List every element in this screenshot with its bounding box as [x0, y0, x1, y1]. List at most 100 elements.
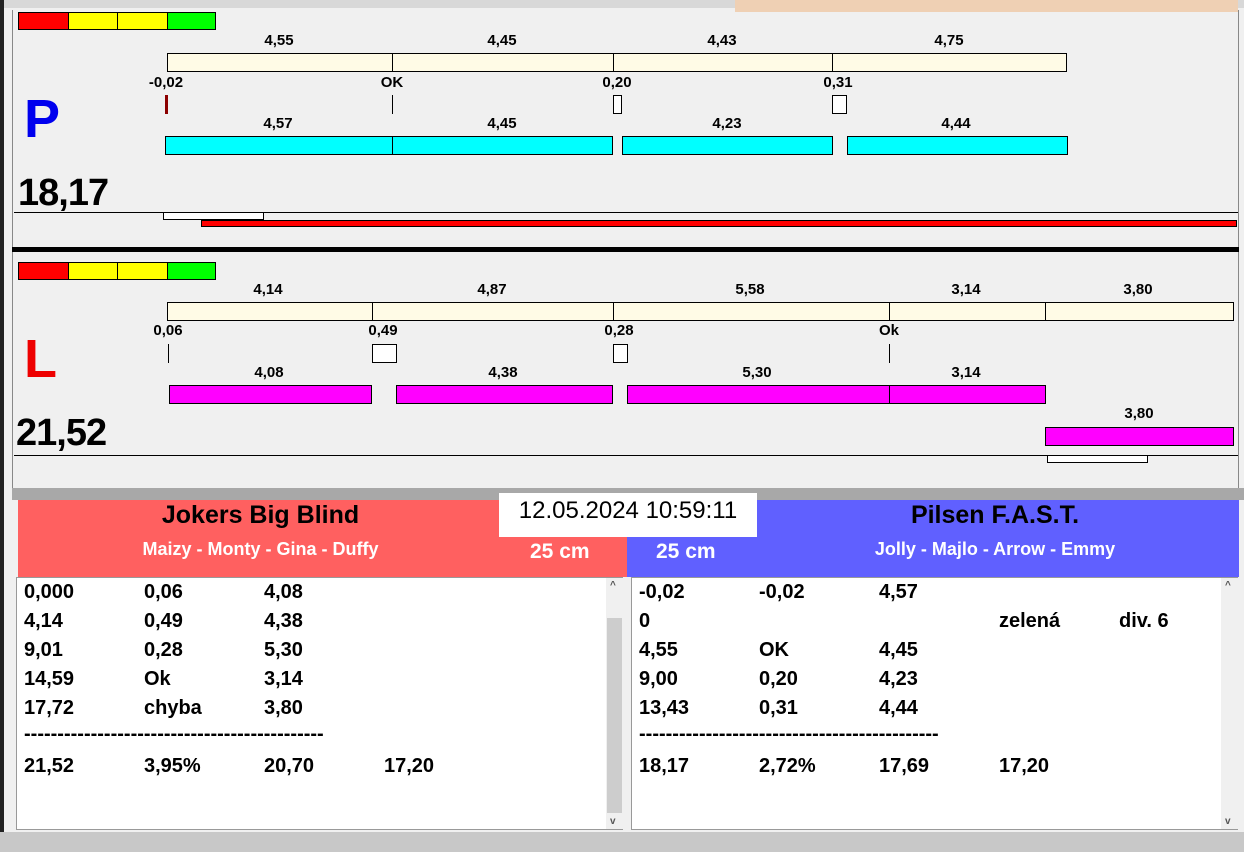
marker	[372, 344, 397, 363]
run-segment	[622, 136, 833, 155]
list-cell: 4,08	[264, 581, 303, 603]
list-cell: Ok	[144, 668, 171, 690]
list-cell: ----------------------------------------…	[24, 723, 324, 745]
reference-segment	[167, 53, 393, 72]
scroll-down-icon[interactable]: v	[1225, 816, 1231, 827]
scroll-thumb[interactable]	[607, 618, 622, 813]
bar-label: 4,57	[263, 115, 293, 132]
date-time: 12.05.2024 10:59:11	[499, 493, 757, 537]
bar-label: 4,38	[488, 364, 518, 381]
list-cell: 4,44	[879, 697, 918, 719]
marker	[832, 95, 847, 114]
run-segment	[396, 385, 613, 404]
lane-letter-l: L	[24, 329, 57, 389]
total-l: 21,52	[16, 412, 107, 454]
left-results-list[interactable]	[16, 577, 623, 830]
right-scrollbar[interactable]: ^ v	[1221, 578, 1238, 829]
left-team-members: Maizy - Monty - Gina - Duffy	[142, 539, 379, 559]
list-cell: 17,69	[879, 755, 930, 777]
reference-segment	[1045, 302, 1234, 321]
list-cell: 0,49	[144, 610, 183, 632]
scroll-down-icon[interactable]: v	[610, 816, 616, 827]
list-cell: 2,72%	[759, 755, 816, 777]
mid-label: Ok	[878, 322, 900, 339]
list-cell: 17,20	[384, 755, 435, 777]
right-team-members: Jolly - Majlo - Arrow - Emmy	[874, 539, 1116, 559]
list-cell: 0,20	[759, 668, 798, 690]
reference-segment	[613, 302, 890, 321]
list-cell: -0,02	[639, 581, 685, 603]
top-label: 4,45	[487, 32, 517, 49]
run-segment	[392, 136, 613, 155]
top-label: 5,58	[735, 281, 765, 298]
list-cell: 4,57	[879, 581, 918, 603]
status-cell	[167, 12, 216, 30]
run-segment	[165, 136, 393, 155]
top-label: 3,14	[951, 281, 981, 298]
left-scrollbar[interactable]: ^ v	[606, 578, 623, 829]
mid-label: OK	[380, 74, 404, 91]
list-cell: 0	[639, 610, 651, 632]
top-label: 3,80	[1123, 281, 1153, 298]
top-label: 4,87	[477, 281, 507, 298]
list-cell: OK	[759, 639, 789, 661]
scroll-up-icon[interactable]: ^	[1225, 580, 1231, 591]
list-cell: 14,59	[24, 668, 75, 690]
list-cell: 4,23	[879, 668, 918, 690]
top-label: 4,14	[253, 281, 283, 298]
run-segment	[847, 136, 1068, 155]
list-cell: 18,17	[639, 755, 690, 777]
run-segment	[627, 385, 890, 404]
bottom-band	[0, 832, 1244, 852]
marker	[613, 344, 628, 363]
bar-label: 5,30	[742, 364, 772, 381]
status-cell	[18, 12, 69, 30]
panel-l	[12, 252, 1239, 488]
progress-window-l	[1047, 455, 1148, 463]
scroll-up-icon[interactable]: ^	[610, 580, 616, 591]
list-cell: div. 6	[1119, 610, 1169, 632]
list-cell: -0,02	[759, 581, 805, 603]
status-cell	[68, 12, 118, 30]
list-cell: 5,30	[264, 639, 303, 661]
right-team-size: 25 cm	[656, 540, 716, 563]
mid-label: 0,49	[368, 322, 398, 339]
mid-label: -0,02	[148, 74, 184, 91]
list-cell: 0,31	[759, 697, 798, 719]
list-cell: 13,43	[639, 697, 690, 719]
marker	[889, 344, 890, 363]
list-cell: 3,14	[264, 668, 303, 690]
progress-bar-p	[201, 220, 1237, 227]
list-cell: 17,72	[24, 697, 75, 719]
mid-label: 0,20	[602, 74, 632, 91]
bar-label: 4,23	[712, 115, 742, 132]
reference-segment	[392, 53, 614, 72]
left-team-name: Jokers Big Blind	[161, 501, 360, 529]
reference-segment	[167, 302, 373, 321]
left-team-size: 25 cm	[530, 540, 590, 563]
marker	[392, 95, 393, 114]
total-p: 18,17	[18, 172, 109, 214]
list-cell: ----------------------------------------…	[639, 723, 939, 745]
list-cell: 3,95%	[144, 755, 201, 777]
list-cell: 9,01	[24, 639, 63, 661]
list-cell: 0,000	[24, 581, 75, 603]
list-cell: 4,38	[264, 610, 303, 632]
top-label: 4,55	[264, 32, 294, 49]
mid-label: 0,31	[823, 74, 853, 91]
list-cell: 21,52	[24, 755, 75, 777]
bar-label: 3,14	[951, 364, 981, 381]
reference-segment	[372, 302, 614, 321]
list-cell: chyba	[144, 697, 202, 719]
status-cell	[167, 262, 216, 280]
run-segment	[1045, 427, 1234, 446]
reference-segment	[613, 53, 833, 72]
run-segment	[169, 385, 372, 404]
status-cell	[68, 262, 118, 280]
list-cell: 17,20	[999, 755, 1050, 777]
status-cell	[117, 262, 168, 280]
list-cell: zelená	[999, 610, 1061, 632]
marker	[165, 95, 168, 114]
list-cell: 9,00	[639, 668, 678, 690]
marker	[613, 95, 622, 114]
